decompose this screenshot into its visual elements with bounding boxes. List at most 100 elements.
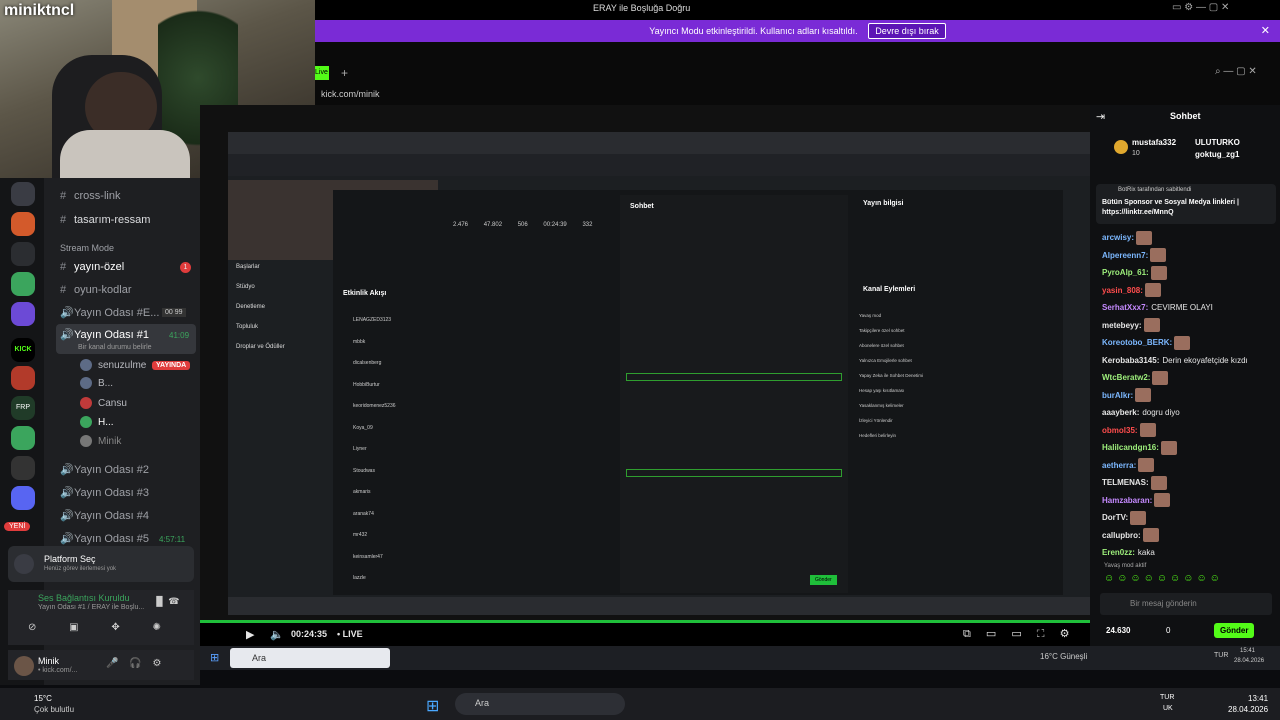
inner-menu-item: Başlarlar: [236, 264, 260, 270]
disable-streamer-mode-button[interactable]: Devre dışı bırak: [868, 23, 946, 39]
emote-icon: [1174, 335, 1191, 350]
chat-message[interactable]: Hamzabaran:: [1102, 493, 1171, 509]
kick-server-icon[interactable]: KICK: [11, 338, 35, 362]
inner-menu-item: Stüdyo: [236, 284, 255, 290]
voice-user[interactable]: Cansu: [80, 395, 127, 413]
voice-timer: 41:09: [169, 331, 190, 340]
chat-message[interactable]: TELMENAS:: [1102, 475, 1167, 491]
close-icon[interactable]: ✕: [1261, 20, 1270, 42]
top-gifter[interactable]: ULUTURKO: [1195, 138, 1240, 147]
chat-input[interactable]: Bir mesaj gönderin: [1100, 593, 1272, 615]
top-gifter[interactable]: mustafa332: [1132, 138, 1176, 147]
voice-channel-2[interactable]: 🔊Yayın Odası #2: [60, 460, 149, 480]
browser-window-controls[interactable]: ⌕ ― ▢ ✕: [1215, 66, 1257, 77]
chat-message[interactable]: Eren0zz: kaka: [1102, 545, 1155, 561]
send-button[interactable]: Gönder: [1214, 623, 1255, 638]
collapse-chat-icon[interactable]: ⇥: [1096, 110, 1105, 123]
chat-message[interactable]: callupbro:: [1102, 528, 1159, 544]
server-icon[interactable]: [11, 242, 35, 266]
platform-icon: [14, 554, 34, 574]
volume-icon[interactable]: 🔈: [270, 628, 284, 641]
new-tab-icon[interactable]: +: [341, 66, 348, 80]
chat-message[interactable]: Kerobaba3145: Derin ekoyafetçide kızdı: [1102, 353, 1248, 369]
inner-chat-title: Sohbet: [630, 203, 654, 210]
taskbar-search[interactable]: Ara: [455, 693, 625, 715]
channel-yayin-ozel[interactable]: # yayın-özel: [60, 257, 124, 277]
emote-bar[interactable]: ☺☺☺☺☺☺☺☺☺: [1104, 573, 1223, 584]
voice-status[interactable]: Ses Bağlantısı Kuruldu: [38, 593, 130, 603]
avatar[interactable]: [14, 656, 34, 676]
address-bar[interactable]: kick.com/minik: [321, 89, 380, 99]
chat-message[interactable]: obmol35:: [1102, 423, 1156, 439]
clock-date[interactable]: 28.04.2026: [1234, 658, 1264, 664]
pinned-message[interactable]: BotRix tarafından sabitlendi Bütün Spons…: [1096, 184, 1276, 224]
chat-message[interactable]: PyroAlp_61:: [1102, 265, 1167, 281]
clock-time[interactable]: 15:41: [1240, 648, 1255, 654]
server-icon[interactable]: [11, 302, 35, 326]
browser-tab[interactable]: Live: [315, 66, 329, 80]
chat-message[interactable]: Koreotobo_BERK:: [1102, 335, 1191, 351]
clock-time[interactable]: 13:41: [1248, 694, 1268, 703]
channel-tasarim[interactable]: # tasarım-ressam: [60, 210, 150, 230]
channel-status[interactable]: Bir kanal durumu belirle: [78, 344, 152, 351]
clock-date[interactable]: 28.04.2026: [1228, 705, 1268, 714]
inner-dashboard: 2.476 47.802 506 00:24:39 332 Etkinlik A…: [333, 190, 1063, 595]
user-controls[interactable]: 🎤 🎧 ⚙: [106, 658, 161, 669]
voice-channel-e[interactable]: 🔊Yayın Odası #E...: [60, 303, 159, 323]
server-icon[interactable]: [11, 212, 35, 236]
channel-oyun-kodlar[interactable]: # oyun-kodlar: [60, 280, 131, 300]
lang[interactable]: TUR: [1214, 652, 1228, 659]
chat-message[interactable]: WtcBeratw2:: [1102, 370, 1169, 386]
points-counter[interactable]: 24.630: [1106, 626, 1130, 635]
windows-icon[interactable]: ⊞: [210, 651, 219, 664]
chat-title: Sohbet: [1170, 111, 1201, 121]
unread-badge: 1: [180, 262, 191, 273]
weather-desc[interactable]: Çok bulutlu: [34, 705, 74, 714]
folder-icon[interactable]: [11, 486, 35, 510]
taskbar-search[interactable]: Ara: [230, 648, 390, 668]
emote-icon: [1150, 265, 1167, 280]
slow-mode-text: Yavaş mod aktif: [1104, 563, 1147, 569]
server-icon[interactable]: [11, 182, 35, 206]
chat-message[interactable]: Alpereenn7:: [1102, 248, 1167, 264]
voice-channel-1[interactable]: 🔊Yayın Odası #1: [60, 325, 149, 345]
platform-panel[interactable]: Platform Seç Henüz görev ilerlemesi yok: [8, 546, 194, 582]
voice-controls[interactable]: ▐▌ ☎: [153, 596, 179, 607]
lang2[interactable]: UK: [1163, 705, 1173, 712]
chat-message[interactable]: aaayberk: dogru diyo: [1102, 405, 1180, 421]
server-icon[interactable]: [11, 272, 35, 296]
voice-user[interactable]: Minik: [80, 433, 121, 451]
chat-message[interactable]: yasin_808:: [1102, 283, 1161, 299]
voice-user[interactable]: H...: [80, 414, 114, 432]
voice-user[interactable]: senuzulme: [80, 357, 146, 375]
top-gifter[interactable]: goktug_zg1: [1195, 150, 1239, 159]
chat-message[interactable]: Halilcandgn16:: [1102, 440, 1177, 456]
voice-action-icons[interactable]: ⊘ ▣ ✥ ✺: [28, 622, 161, 633]
inner-windows-taskbar: ⊞ Ara 16°C Güneşli TUR 15:41 28.04.2026: [200, 646, 1280, 670]
progress-bar[interactable]: [200, 620, 1090, 623]
window-controls[interactable]: ▭ ⚙ ― ▢ ✕: [1172, 2, 1229, 13]
weather[interactable]: 16°C Güneşli: [1040, 652, 1087, 661]
chat-message[interactable]: burAlkr:: [1102, 388, 1152, 404]
voice-user[interactable]: B...: [80, 375, 113, 393]
start-icon[interactable]: ⊞: [426, 696, 439, 716]
server-icon[interactable]: FRP: [11, 396, 35, 420]
server-icon[interactable]: [11, 366, 35, 390]
play-icon[interactable]: ▶: [246, 628, 254, 641]
server-icon[interactable]: [11, 426, 35, 450]
voice-channel-4[interactable]: 🔊Yayın Odası #4: [60, 506, 149, 526]
voice-channel-3[interactable]: 🔊Yayın Odası #3: [60, 483, 149, 503]
chat-message[interactable]: DorTV:: [1102, 510, 1147, 526]
category-stream-mode[interactable]: Stream Mode: [60, 238, 114, 258]
voice-detail[interactable]: Yayın Odası #1 / ERAY ile Boşlu...: [38, 604, 144, 611]
channel-cross-link[interactable]: # cross-link: [60, 186, 120, 206]
player-right-controls[interactable]: ⧉ ▭ ▭ ⛶ ⚙: [963, 627, 1069, 641]
new-badge: YENİ: [4, 522, 31, 531]
server-icon[interactable]: [11, 456, 35, 480]
lang[interactable]: TUR: [1160, 694, 1174, 701]
chat-message[interactable]: metebeyy:: [1102, 318, 1160, 334]
weather-temp[interactable]: 15°C: [34, 694, 52, 703]
chat-message[interactable]: SerhatXxx7: CEVIRME OLAYI: [1102, 300, 1213, 316]
chat-message[interactable]: aetherra:: [1102, 458, 1155, 474]
chat-message[interactable]: arcwisy:: [1102, 230, 1153, 246]
